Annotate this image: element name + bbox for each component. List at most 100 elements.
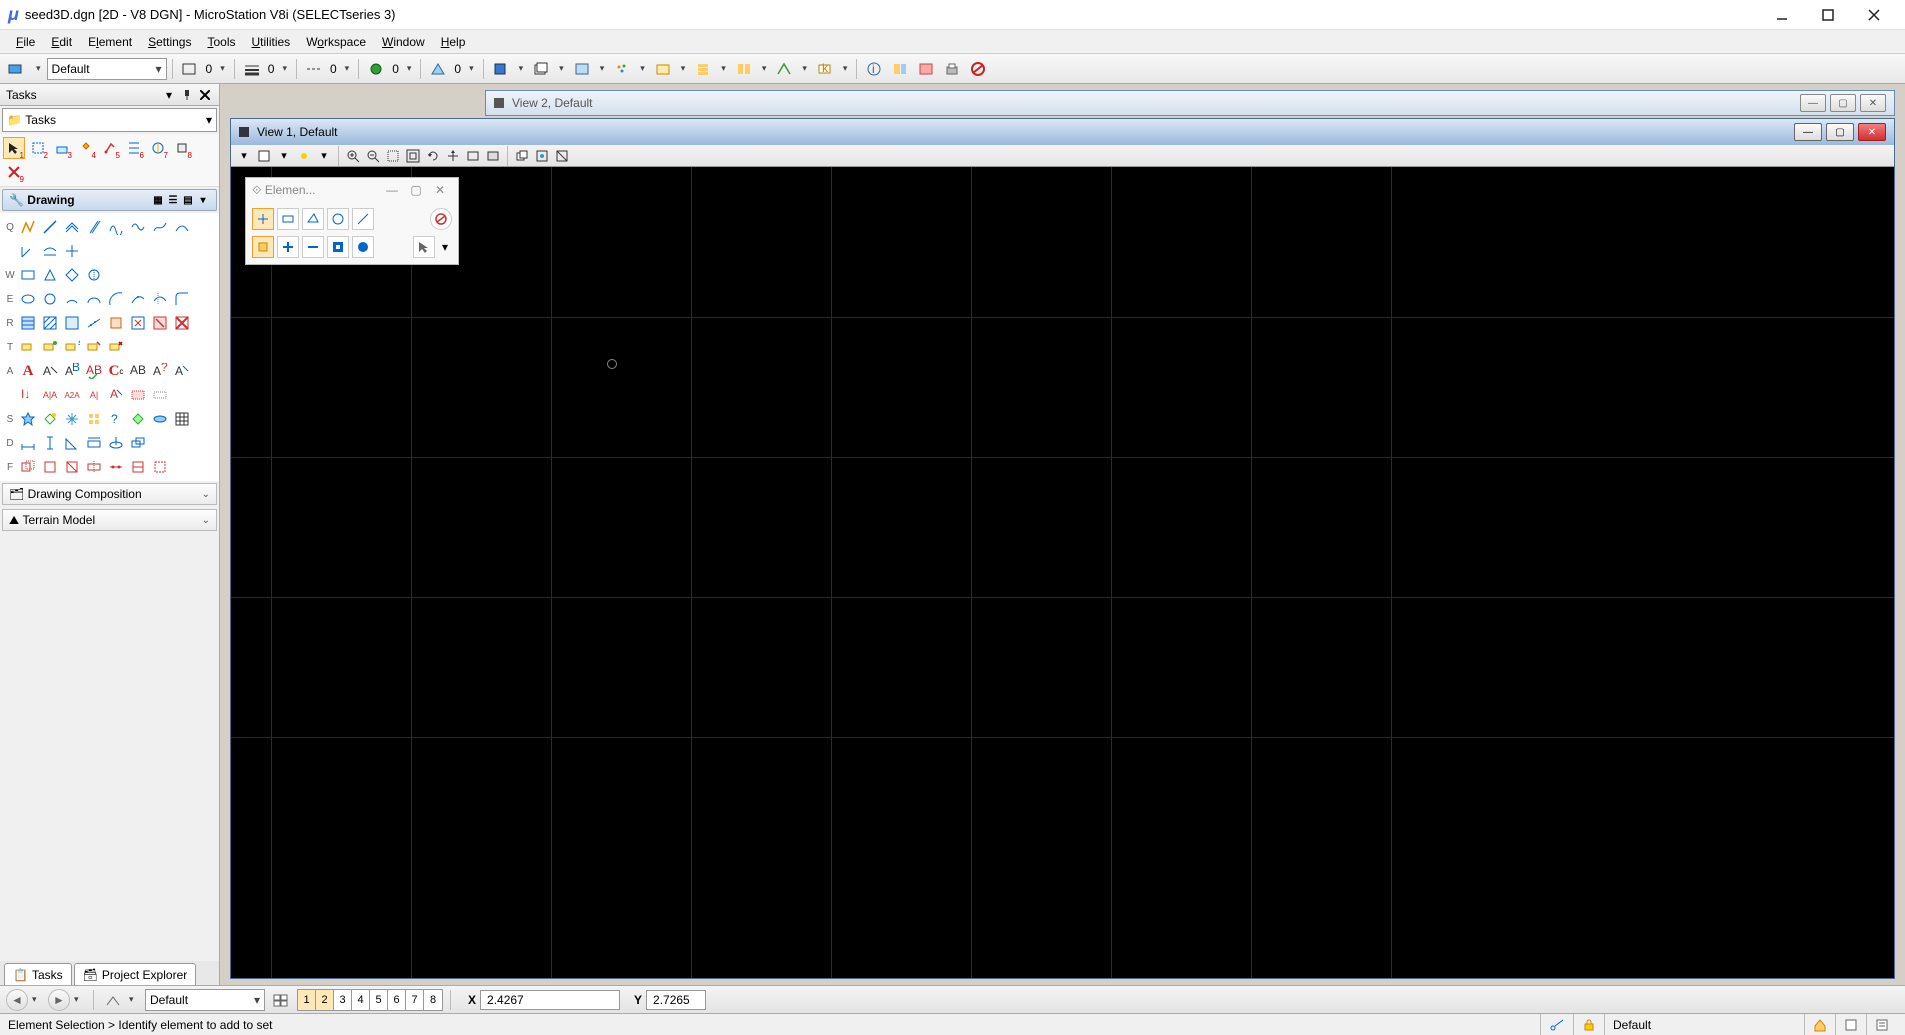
lineweight-dropdown[interactable]: ▾ <box>278 58 291 80</box>
menu-utilities[interactable]: Utilities <box>244 32 299 52</box>
view-num-8[interactable]: 8 <box>424 990 442 1010</box>
place-arc-icon[interactable] <box>172 217 192 237</box>
hatch-area-icon[interactable] <box>40 313 60 333</box>
view-num-3[interactable]: 3 <box>334 990 352 1010</box>
clip-volume-icon[interactable] <box>533 147 551 165</box>
x-coordinate-input[interactable] <box>480 990 620 1010</box>
nav-back-button[interactable]: ◄ <box>6 989 28 1011</box>
place-pointcurve-icon[interactable] <box>84 217 104 237</box>
sel-individual-icon[interactable] <box>252 208 274 230</box>
text-tool-a7[interactable] <box>150 385 170 405</box>
explorer-button[interactable] <box>888 58 912 80</box>
view-num-2[interactable]: 2 <box>316 990 334 1010</box>
linestyle2-icon[interactable] <box>302 58 326 80</box>
linestyle-icon[interactable] <box>178 58 202 80</box>
view-num-1[interactable]: 1 <box>298 990 316 1010</box>
measure-tool-3[interactable] <box>62 433 82 453</box>
view-2-titlebar[interactable]: View 2, Default — ▢ ✕ <box>485 90 1895 116</box>
text-tool-a2[interactable]: A|A <box>40 385 60 405</box>
savedviews-dropdown[interactable]: ▾ <box>677 58 690 80</box>
references-dropdown[interactable]: ▾ <box>555 58 568 80</box>
construct-min-icon[interactable] <box>40 241 60 261</box>
cell-tool-8[interactable] <box>172 409 192 429</box>
partial-delete-icon[interactable] <box>150 289 170 309</box>
view-attributes-icon[interactable]: ▾ <box>235 147 253 165</box>
element-selection-close[interactable]: ✕ <box>428 183 452 197</box>
linear-pattern-icon[interactable] <box>84 313 104 333</box>
crosshatch-icon[interactable] <box>62 313 82 333</box>
transparency-dropdown[interactable]: ▾ <box>465 58 478 80</box>
sel-shape-icon[interactable] <box>302 208 324 230</box>
view-1-minimize[interactable]: — <box>1794 123 1822 141</box>
active-level-select[interactable]: Default <box>47 58 167 80</box>
viewmode-panel-icon[interactable]: ▤ <box>181 193 195 207</box>
viewmode-list-icon[interactable]: ☰ <box>166 193 180 207</box>
pattern-area-icon[interactable] <box>18 313 38 333</box>
pointcloud-dropdown[interactable]: ▾ <box>636 58 649 80</box>
view-group-icon[interactable] <box>101 989 125 1011</box>
sel-method-subtract-icon[interactable] <box>302 236 324 258</box>
modify-tool-5[interactable] <box>106 457 126 477</box>
zoom-in-icon[interactable] <box>344 147 362 165</box>
tag-tool-5[interactable] <box>106 337 126 357</box>
cell-tool-7[interactable] <box>150 409 170 429</box>
active-color-button[interactable] <box>4 58 30 80</box>
cell-tool-1[interactable] <box>18 409 38 429</box>
view-1-close[interactable]: ✕ <box>1858 123 1886 141</box>
tag-tool-4[interactable] <box>84 337 104 357</box>
construct-angle-icon[interactable] <box>18 241 38 261</box>
delete-pattern2-icon[interactable] <box>172 313 192 333</box>
cell-tool-5[interactable]: ? <box>106 409 126 429</box>
keyin-button[interactable]: k <box>813 58 837 80</box>
fit-view-icon[interactable] <box>404 147 422 165</box>
element-selection-maximize[interactable]: ▢ <box>404 183 428 197</box>
edit-text-icon[interactable]: AB <box>62 361 82 381</box>
menu-window[interactable]: Window <box>374 32 433 52</box>
place-arc2-icon[interactable] <box>62 289 82 309</box>
place-note-icon[interactable]: A <box>40 361 60 381</box>
sel-handles-icon[interactable] <box>413 236 435 258</box>
savedviews-button[interactable] <box>651 58 675 80</box>
text-tool-a6[interactable] <box>128 385 148 405</box>
modify-tool-6[interactable] <box>128 457 148 477</box>
models-button[interactable] <box>489 58 513 80</box>
place-smartline-icon[interactable] <box>18 217 38 237</box>
lineweight-icon[interactable] <box>240 58 264 80</box>
view-1-titlebar[interactable]: View 1, Default — ▢ ✕ <box>231 119 1894 145</box>
class-icon[interactable] <box>364 58 388 80</box>
copy-view-icon[interactable] <box>513 147 531 165</box>
text-tool-a5[interactable]: A <box>106 385 126 405</box>
locks-box[interactable] <box>1573 1014 1604 1035</box>
models-dropdown[interactable]: ▾ <box>515 58 528 80</box>
accudraw-button[interactable] <box>772 58 796 80</box>
measure-tool-1[interactable] <box>18 433 38 453</box>
active-level-box[interactable]: Default <box>1604 1014 1804 1035</box>
view-num-4[interactable]: 4 <box>352 990 370 1010</box>
status-home-icon[interactable] <box>1804 1014 1835 1035</box>
tasks-dropdown[interactable]: 📁 Tasks ▾ <box>2 108 217 132</box>
leveldisplay-button[interactable] <box>732 58 756 80</box>
accudraw-dropdown[interactable]: ▾ <box>798 58 811 80</box>
measure-tool-4[interactable] <box>84 433 104 453</box>
viewmode-dropdown-icon[interactable]: ▾ <box>196 193 210 207</box>
tasks-pin-icon[interactable] <box>179 87 195 103</box>
maximize-button[interactable] <box>1805 0 1851 30</box>
linestyle-dropdown[interactable]: ▾ <box>216 58 229 80</box>
tab-tasks[interactable]: 📋Tasks <box>4 963 72 985</box>
transparency-icon[interactable] <box>426 58 450 80</box>
view-2-maximize[interactable]: ▢ <box>1830 94 1856 112</box>
place-circle2-icon[interactable] <box>40 289 60 309</box>
modify-tool-1[interactable] <box>18 457 38 477</box>
modify-tool-3[interactable] <box>62 457 82 477</box>
display-style-drop-icon[interactable]: ▾ <box>275 147 293 165</box>
place-polygon-icon[interactable] <box>62 265 82 285</box>
sel-circle-icon[interactable] <box>327 208 349 230</box>
place-stream-icon[interactable] <box>150 217 170 237</box>
rotate-view-icon[interactable] <box>424 147 442 165</box>
view-num-7[interactable]: 7 <box>406 990 424 1010</box>
measure-tool-6[interactable] <box>128 433 148 453</box>
place-quarter-icon[interactable] <box>106 289 126 309</box>
view-num-6[interactable]: 6 <box>388 990 406 1010</box>
adjust-brightness-drop-icon[interactable]: ▾ <box>315 147 333 165</box>
info-button[interactable]: i <box>862 58 886 80</box>
